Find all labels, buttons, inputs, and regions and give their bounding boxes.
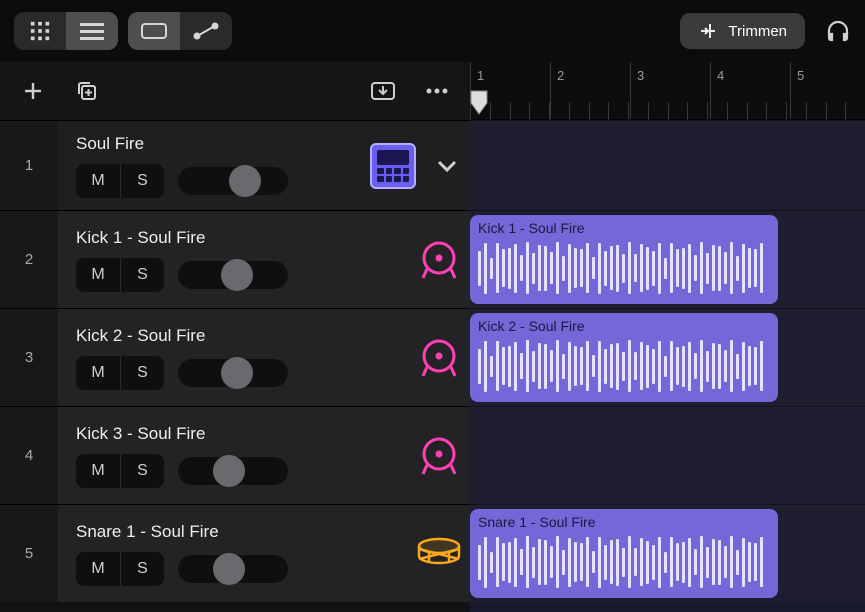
pan-slider[interactable] (178, 457, 288, 485)
track-list-toolbar (0, 62, 470, 120)
midi-region[interactable]: Kick 1 - Soul Fire (470, 215, 778, 304)
pan-knob[interactable] (229, 165, 261, 197)
track-row[interactable]: 2 Kick 1 - Soul Fire M S (0, 210, 470, 308)
track-index: 3 (0, 309, 58, 406)
track-name: Kick 2 - Soul Fire (76, 326, 396, 346)
list-view-button[interactable] (66, 12, 118, 50)
region-waveform (470, 336, 778, 402)
timeline-ruler[interactable]: 12345 (470, 62, 865, 120)
track-name: Snare 1 - Soul Fire (76, 522, 396, 542)
track-name: Soul Fire (76, 134, 350, 154)
track-row[interactable]: 4 Kick 3 - Soul Fire M S (0, 406, 470, 504)
kick-drum-icon (417, 336, 461, 380)
mute-button[interactable]: M (76, 164, 120, 198)
duplicate-track-button[interactable] (72, 76, 102, 106)
solo-button[interactable]: S (120, 258, 164, 292)
pan-slider[interactable] (178, 359, 288, 387)
add-track-button[interactable] (18, 76, 48, 106)
snare-drum-icon (416, 537, 462, 571)
region-waveform (470, 532, 778, 598)
pan-knob[interactable] (221, 259, 253, 291)
pan-slider[interactable] (178, 261, 288, 289)
track-index: 4 (0, 407, 58, 504)
region-label: Snare 1 - Soul Fire (470, 509, 778, 532)
edit-mode-group (128, 12, 232, 50)
kick-drum-icon (417, 434, 461, 478)
region-label: Kick 1 - Soul Fire (470, 215, 778, 238)
solo-button[interactable]: S (120, 552, 164, 586)
mute-solo-group: M S (76, 454, 164, 488)
trim-button[interactable]: Trimmen (680, 13, 805, 49)
track-name: Kick 1 - Soul Fire (76, 228, 396, 248)
pan-slider[interactable] (178, 555, 288, 583)
mute-button[interactable]: M (76, 454, 120, 488)
headphones-button[interactable] (825, 18, 851, 44)
region-waveform (470, 238, 778, 304)
track-index: 1 (0, 121, 58, 210)
pan-knob[interactable] (213, 455, 245, 487)
automation-mode-button[interactable] (180, 12, 232, 50)
region-lane[interactable] (470, 406, 865, 504)
region-lane[interactable]: Kick 2 - Soul Fire (470, 308, 865, 406)
region-lane[interactable]: Kick 1 - Soul Fire (470, 210, 865, 308)
pan-knob[interactable] (213, 553, 245, 585)
master-track-row[interactable]: 1 Soul Fire M S (0, 120, 470, 210)
track-list-panel: 1 Soul Fire M S 2 Kick 1 - Soul Fire M (0, 62, 470, 612)
kick-drum-icon (417, 238, 461, 282)
expand-track-button[interactable] (424, 121, 470, 210)
trim-label: Trimmen (728, 23, 787, 40)
pan-slider[interactable] (178, 167, 288, 195)
mute-button[interactable]: M (76, 258, 120, 292)
region-lane[interactable]: Snare 1 - Soul Fire (470, 504, 865, 602)
midi-region[interactable]: Snare 1 - Soul Fire (470, 509, 778, 598)
region-label: Kick 2 - Soul Fire (470, 313, 778, 336)
track-row[interactable]: 5 Snare 1 - Soul Fire M S (0, 504, 470, 602)
mute-solo-group: M S (76, 258, 164, 292)
solo-button[interactable]: S (120, 164, 164, 198)
track-row[interactable]: 3 Kick 2 - Soul Fire M S (0, 308, 470, 406)
mute-solo-group: M S (76, 552, 164, 586)
more-button[interactable] (422, 76, 452, 106)
solo-button[interactable]: S (120, 454, 164, 488)
mute-solo-group: M S (76, 164, 164, 198)
playhead[interactable] (470, 90, 488, 120)
track-index: 2 (0, 211, 58, 308)
track-index: 5 (0, 505, 58, 602)
drum-machine-icon (370, 143, 416, 189)
region-mode-button[interactable] (128, 12, 180, 50)
midi-region[interactable]: Kick 2 - Soul Fire (470, 313, 778, 402)
region-lane[interactable] (470, 120, 865, 210)
top-toolbar: Trimmen (0, 0, 865, 62)
track-name: Kick 3 - Soul Fire (76, 424, 396, 444)
view-mode-group (14, 12, 118, 50)
trim-icon (698, 21, 718, 41)
grid-view-button[interactable] (14, 12, 66, 50)
pan-knob[interactable] (221, 357, 253, 389)
import-button[interactable] (368, 76, 398, 106)
mute-button[interactable]: M (76, 356, 120, 390)
mute-solo-group: M S (76, 356, 164, 390)
mute-button[interactable]: M (76, 552, 120, 586)
solo-button[interactable]: S (120, 356, 164, 390)
timeline-panel: 12345 Kick 1 - Soul Fire Kick 2 - Soul F… (470, 62, 865, 612)
